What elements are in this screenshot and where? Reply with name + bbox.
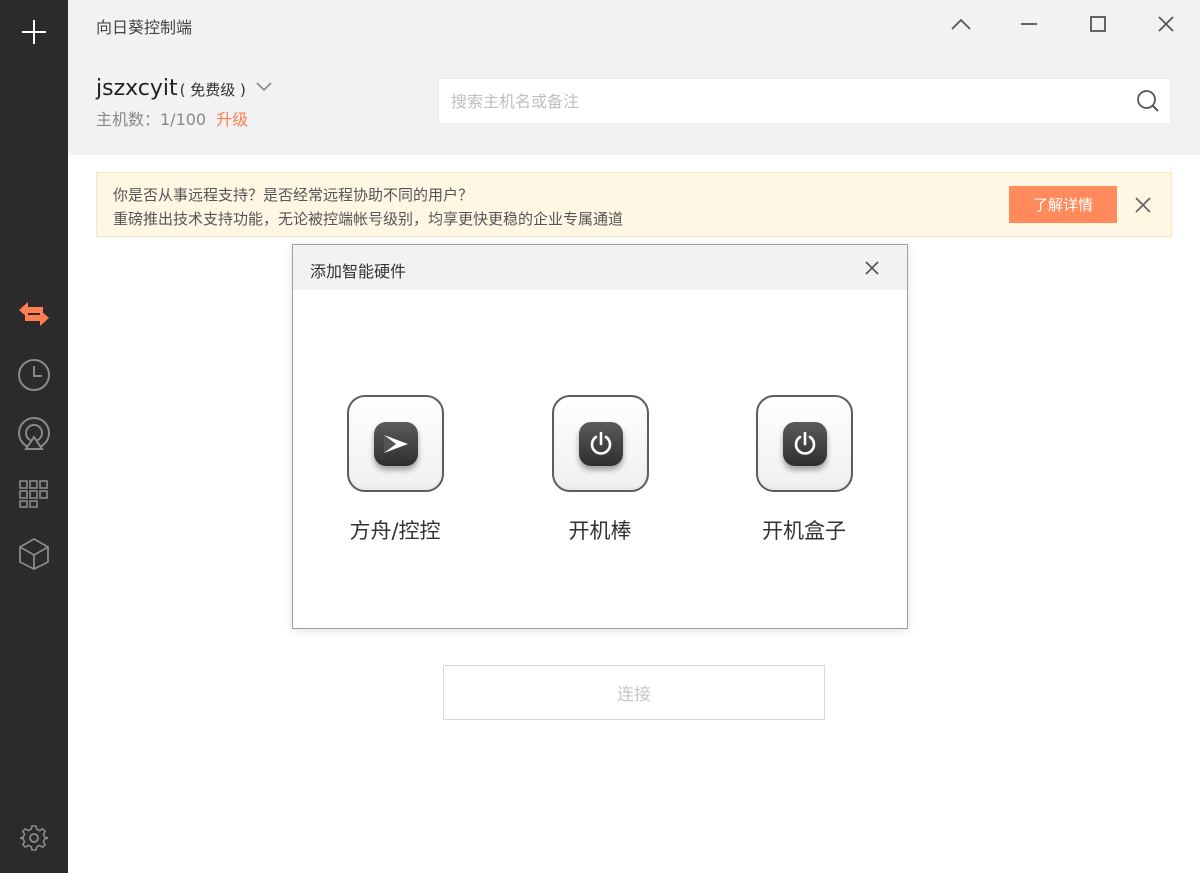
search-button[interactable] bbox=[1136, 89, 1160, 117]
banner-close-button[interactable] bbox=[1132, 194, 1154, 216]
minimize-button[interactable] bbox=[1015, 10, 1043, 38]
settings-button[interactable] bbox=[14, 818, 54, 858]
sidebar-item-history[interactable] bbox=[14, 355, 54, 395]
maximize-icon bbox=[1090, 16, 1106, 32]
learn-more-button[interactable]: 了解详情 bbox=[1009, 186, 1117, 223]
grid-icon bbox=[19, 480, 48, 508]
device-label: 方舟/控控 bbox=[349, 519, 441, 543]
play-arrow-icon bbox=[383, 434, 408, 453]
search-input[interactable] bbox=[451, 79, 1111, 123]
gear-icon bbox=[20, 825, 48, 851]
dialog-header: 添加智能硬件 bbox=[293, 245, 907, 290]
header: 向日葵控制端 jszxcyit ( 免费级 ) 主机数：1/100 升级 bbox=[68, 0, 1200, 155]
host-count: 主机数：1/100 升级 bbox=[96, 106, 248, 130]
power-icon bbox=[590, 431, 611, 455]
collapse-button[interactable] bbox=[947, 10, 975, 38]
banner-text-line2: 重磅推出技术支持功能，无论被控端帐号级别，均享更快更稳的企业专属通道 bbox=[113, 210, 624, 228]
connect-button[interactable]: 连接 bbox=[443, 665, 825, 720]
promo-banner: 你是否从事远程支持？是否经常远程协助不同的用户？ 重磅推出技术支持功能，无论被控… bbox=[96, 172, 1172, 237]
remote-control-arrows-icon bbox=[19, 302, 49, 326]
dialog-close-button[interactable] bbox=[861, 257, 883, 279]
account-menu[interactable]: jszxcyit ( 免费级 ) bbox=[96, 76, 272, 101]
add-button[interactable] bbox=[14, 12, 54, 52]
plus-icon bbox=[22, 20, 46, 44]
chevron-down-icon bbox=[256, 82, 272, 92]
dialog-title: 添加智能硬件 bbox=[310, 262, 407, 281]
power-icon bbox=[794, 431, 815, 455]
minimize-icon bbox=[1021, 23, 1037, 25]
account-dropdown[interactable] bbox=[256, 82, 272, 92]
cube-icon bbox=[19, 537, 49, 571]
account-name: jszxcyit bbox=[96, 76, 178, 101]
device-label: 开机盒子 bbox=[762, 519, 846, 543]
device-tile bbox=[347, 395, 444, 492]
discovery-icon bbox=[18, 417, 50, 450]
close-window-button[interactable] bbox=[1152, 10, 1180, 38]
upgrade-link[interactable]: 升级 bbox=[216, 110, 248, 129]
banner-text-line1: 你是否从事远程支持？是否经常远程协助不同的用户？ bbox=[113, 186, 474, 204]
app-title: 向日葵控制端 bbox=[96, 18, 193, 37]
host-count-label: 主机数：1/100 bbox=[96, 110, 207, 129]
sidebar-item-devices[interactable] bbox=[14, 474, 54, 514]
close-icon bbox=[1158, 16, 1174, 32]
account-tier: ( 免费级 ) bbox=[179, 81, 246, 99]
chevron-up-icon bbox=[951, 18, 971, 30]
add-hardware-dialog: 添加智能硬件 方舟/控控 开机棒 开机盒子 bbox=[292, 244, 908, 629]
sidebar bbox=[0, 0, 68, 873]
device-tile bbox=[756, 395, 853, 492]
maximize-button[interactable] bbox=[1084, 10, 1112, 38]
sidebar-item-hardware[interactable] bbox=[14, 534, 54, 574]
close-icon bbox=[865, 261, 879, 275]
device-label: 开机棒 bbox=[568, 519, 632, 543]
close-icon bbox=[1135, 197, 1151, 213]
device-tile bbox=[552, 395, 649, 492]
sidebar-item-remote-control[interactable] bbox=[14, 294, 54, 334]
search-box bbox=[438, 78, 1171, 124]
clock-icon bbox=[18, 359, 50, 391]
sidebar-item-discovery[interactable] bbox=[14, 414, 54, 454]
search-icon bbox=[1137, 90, 1159, 112]
